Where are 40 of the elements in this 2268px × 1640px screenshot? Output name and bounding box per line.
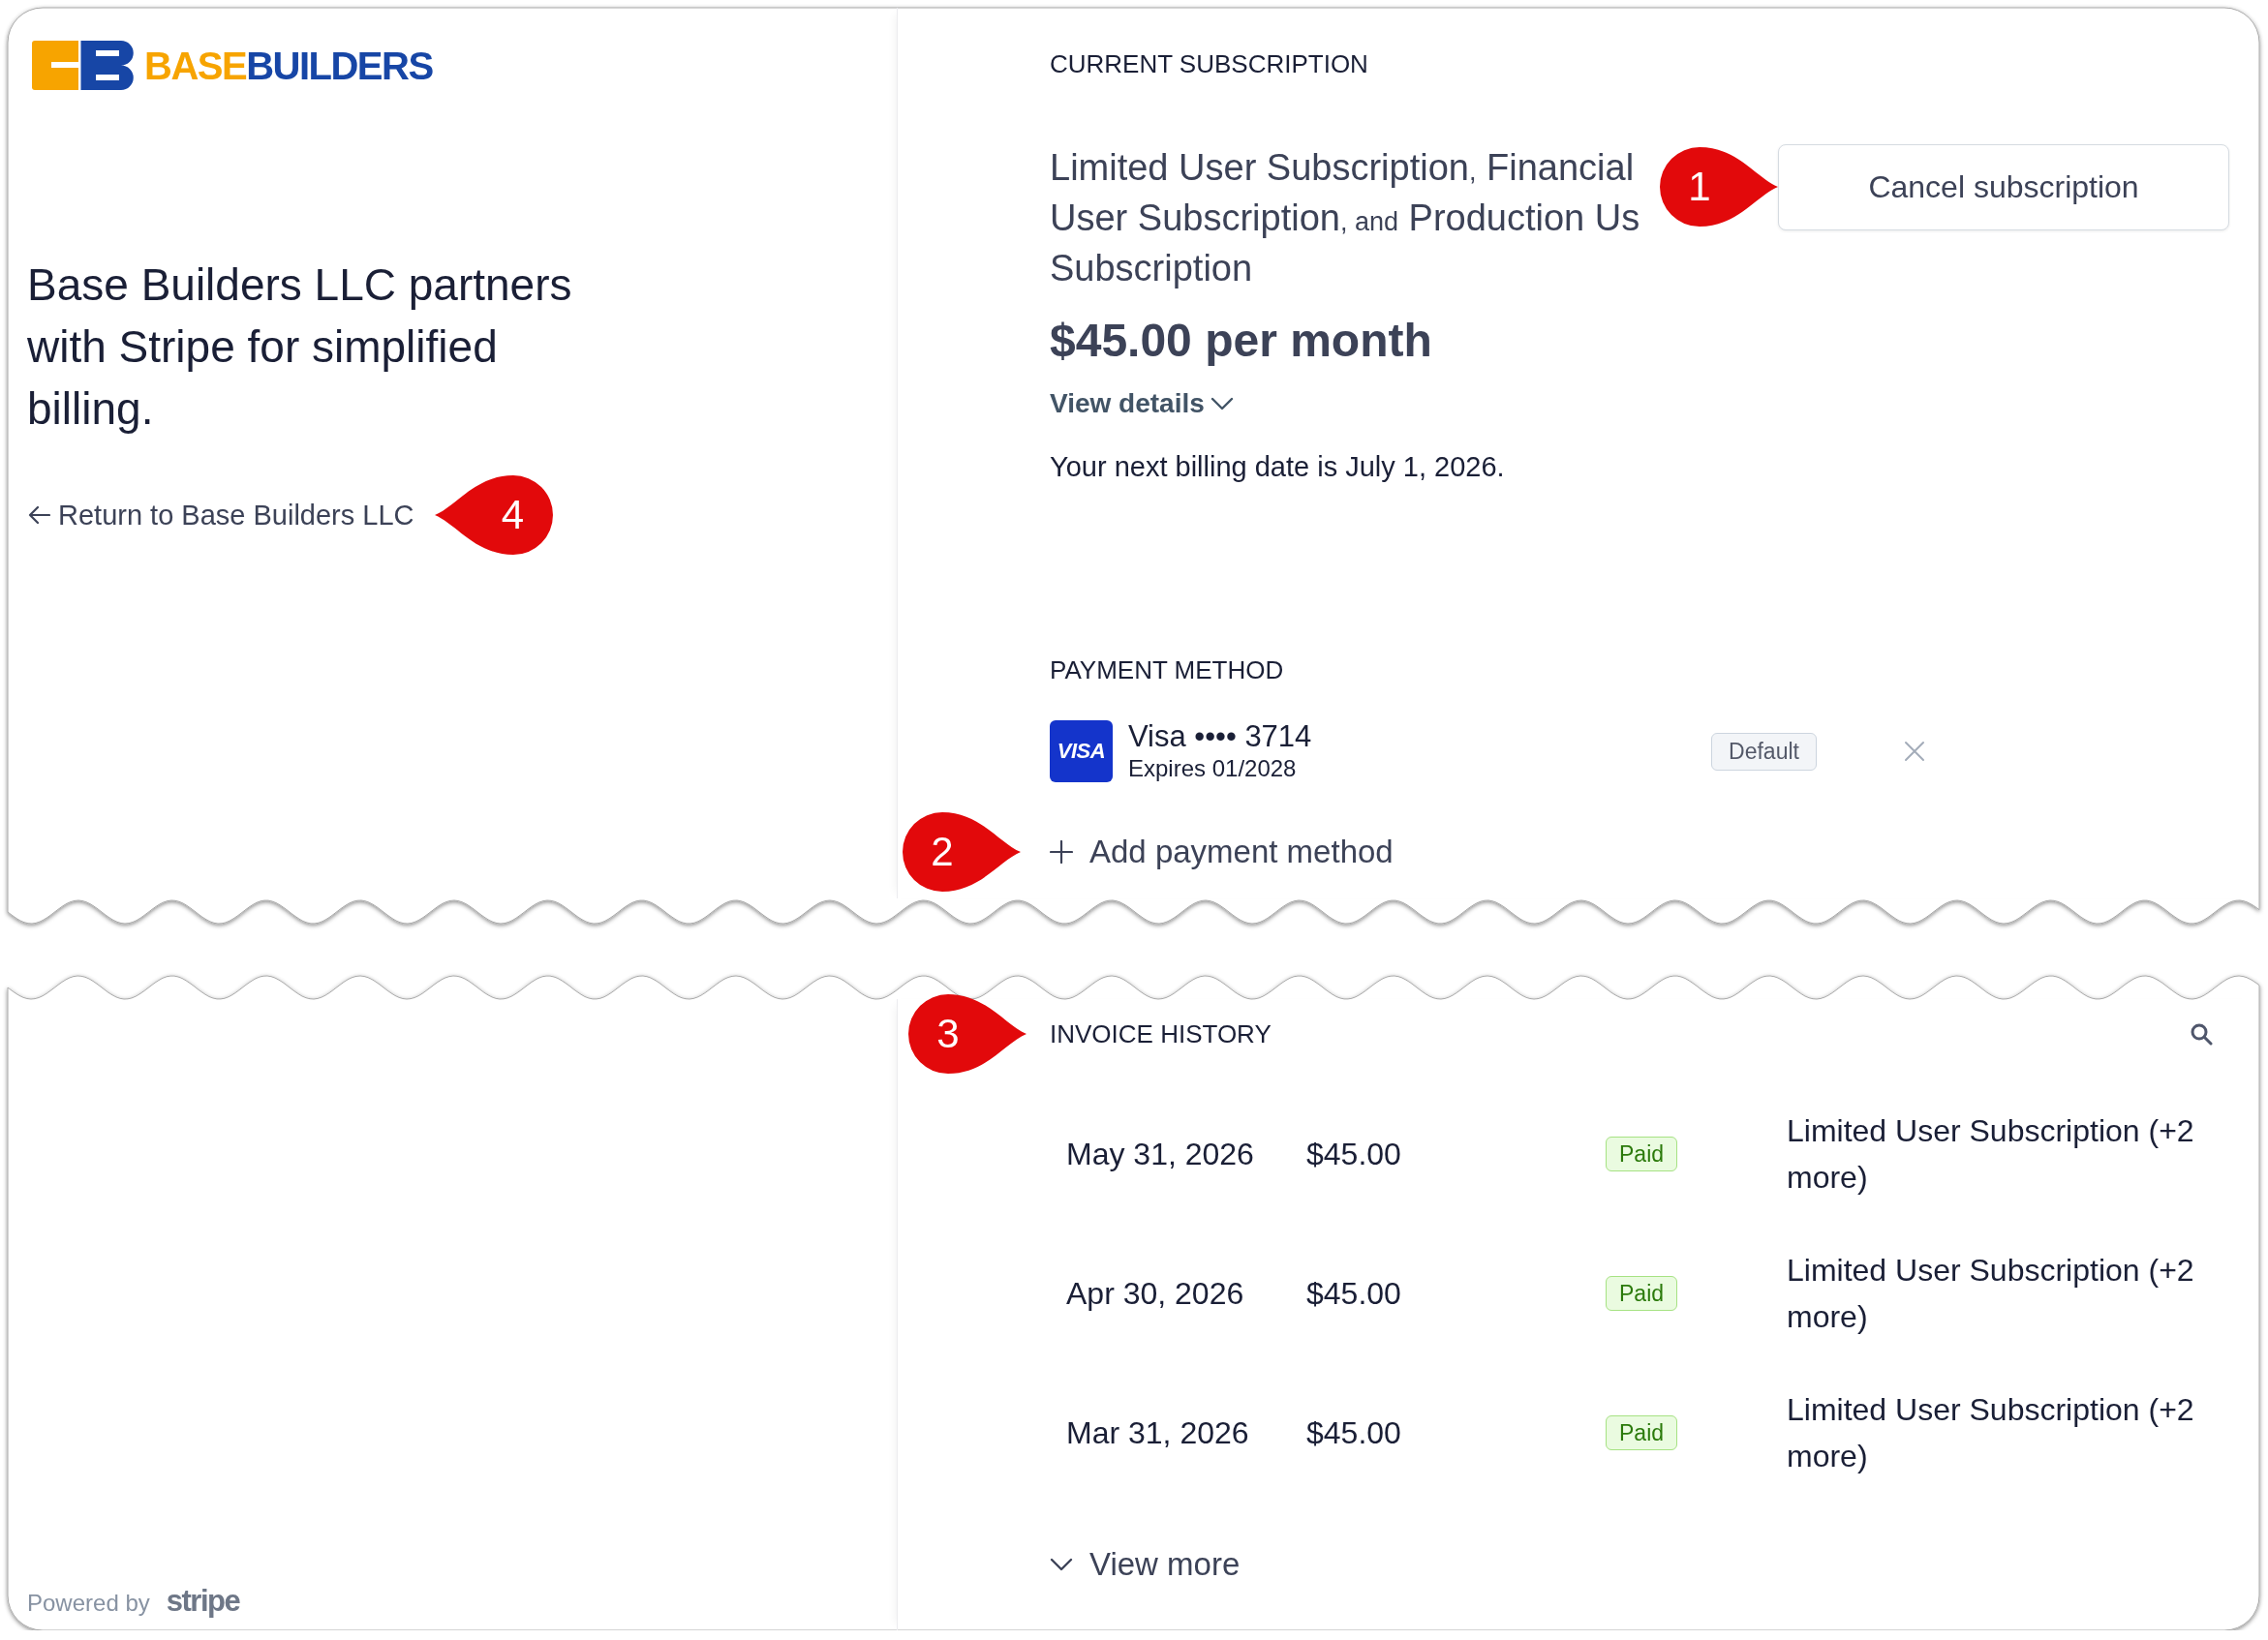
invoice-date: Apr 30, 2026 bbox=[1066, 1275, 1245, 1312]
intro-headline: Base Builders LLC partners with Stripe for simplified billing. bbox=[27, 258, 573, 436]
add-payment-method-button[interactable]: Add payment method bbox=[1050, 834, 1394, 870]
callout-marker: 4 bbox=[434, 475, 553, 555]
invoice-date: May 31, 2026 bbox=[1066, 1136, 1255, 1172]
status-badge: Paid bbox=[1606, 1276, 1678, 1311]
next-billing-text: Your next billing date is July 1, 2026. bbox=[1050, 450, 1506, 483]
return-link[interactable]: Return to Base Builders LLC bbox=[27, 498, 414, 532]
invoice-description: Limited User Subscription (+2 more) bbox=[1787, 1252, 2195, 1336]
view-more-button[interactable]: View more bbox=[1050, 1546, 1241, 1583]
status-badge: Paid bbox=[1606, 1415, 1678, 1450]
default-badge: Default bbox=[1711, 732, 1817, 771]
invoice-amount: $45.00 bbox=[1306, 1275, 1402, 1312]
callout-marker: 1 bbox=[1660, 147, 1778, 227]
status-badge: Paid bbox=[1606, 1137, 1678, 1171]
callout-marker: 3 bbox=[908, 994, 1027, 1074]
card-expiry: Expires 01/2028 bbox=[1128, 754, 1298, 783]
powered-by-label: Powered by bbox=[27, 1590, 150, 1617]
invoice-amount: $45.00 bbox=[1306, 1136, 1402, 1172]
logo-wordmark: BASEBUILDERS bbox=[144, 46, 433, 85]
invoice-amount: $45.00 bbox=[1306, 1414, 1402, 1451]
cancel-subscription-button[interactable]: Cancel subscription bbox=[1778, 144, 2229, 230]
section-heading: INVOICE HISTORY bbox=[1050, 1019, 1272, 1048]
chevron-down-icon bbox=[1050, 1557, 1073, 1572]
brand-wordmark: stripe bbox=[166, 1584, 240, 1619]
card-brand-logo: VISA bbox=[1050, 720, 1113, 782]
section-heading: CURRENT SUBSCRIPTION bbox=[1050, 49, 1369, 78]
arrow-left-icon bbox=[27, 505, 50, 525]
plan-price: $45.00 per month bbox=[1050, 314, 1433, 368]
search-icon[interactable] bbox=[2190, 1022, 2213, 1046]
card-number: Visa •••• 3714 bbox=[1128, 719, 1312, 754]
view-details-button[interactable]: View details bbox=[1050, 387, 1234, 420]
plus-icon bbox=[1050, 840, 1073, 864]
plan-names: Limited User Subscription, Financial User Subscription, and Production Us Subscription bbox=[1050, 146, 1641, 290]
logo-icon bbox=[32, 41, 134, 90]
invoice-description: Limited User Subscription (+2 more) bbox=[1787, 1112, 2195, 1197]
invoice-date: Mar 31, 2026 bbox=[1066, 1414, 1250, 1451]
invoice-description: Limited User Subscription (+2 more) bbox=[1787, 1391, 2195, 1475]
callout-marker: 2 bbox=[903, 812, 1021, 892]
section-heading: PAYMENT METHOD bbox=[1050, 655, 1285, 684]
